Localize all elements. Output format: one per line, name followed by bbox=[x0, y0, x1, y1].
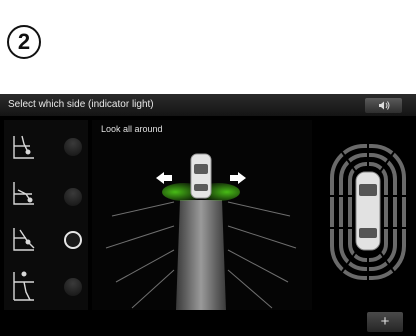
option-radio-2[interactable] bbox=[64, 188, 82, 206]
step-number-badge: 2 bbox=[7, 25, 41, 59]
right-arrow-icon[interactable] bbox=[230, 172, 246, 184]
option-row-2[interactable] bbox=[4, 172, 88, 216]
parking-sensor-overview bbox=[328, 140, 408, 280]
parking-view-panel: Look all around bbox=[92, 120, 312, 310]
option-radio-1[interactable] bbox=[64, 138, 82, 156]
sound-button[interactable] bbox=[365, 98, 402, 113]
parking-diagram-icon bbox=[13, 271, 34, 301]
left-arrow-icon[interactable] bbox=[156, 172, 172, 184]
multimedia-screen: Select which side (indicator light) Look… bbox=[0, 94, 416, 336]
speaker-icon bbox=[379, 101, 390, 110]
option-row-1[interactable] bbox=[4, 124, 88, 168]
parking-lane bbox=[176, 200, 226, 310]
option-row-4[interactable] bbox=[4, 264, 88, 308]
car-top-view-icon bbox=[190, 153, 212, 199]
parking-diagram-icon bbox=[13, 228, 35, 251]
option-radio-4[interactable] bbox=[64, 278, 82, 296]
option-row-3[interactable] bbox=[4, 218, 88, 262]
plus-label: + bbox=[380, 313, 390, 330]
header-title: Select which side (indicator light) bbox=[8, 99, 154, 110]
option-radio-3[interactable] bbox=[64, 231, 82, 249]
add-button[interactable]: + bbox=[367, 312, 403, 332]
manoeuvre-option-list bbox=[4, 120, 88, 310]
header-bar: Select which side (indicator light) bbox=[0, 94, 416, 116]
parking-diagram-icon bbox=[13, 135, 34, 159]
parking-diagram-icon bbox=[13, 182, 34, 205]
car-top-view-icon bbox=[355, 171, 381, 251]
